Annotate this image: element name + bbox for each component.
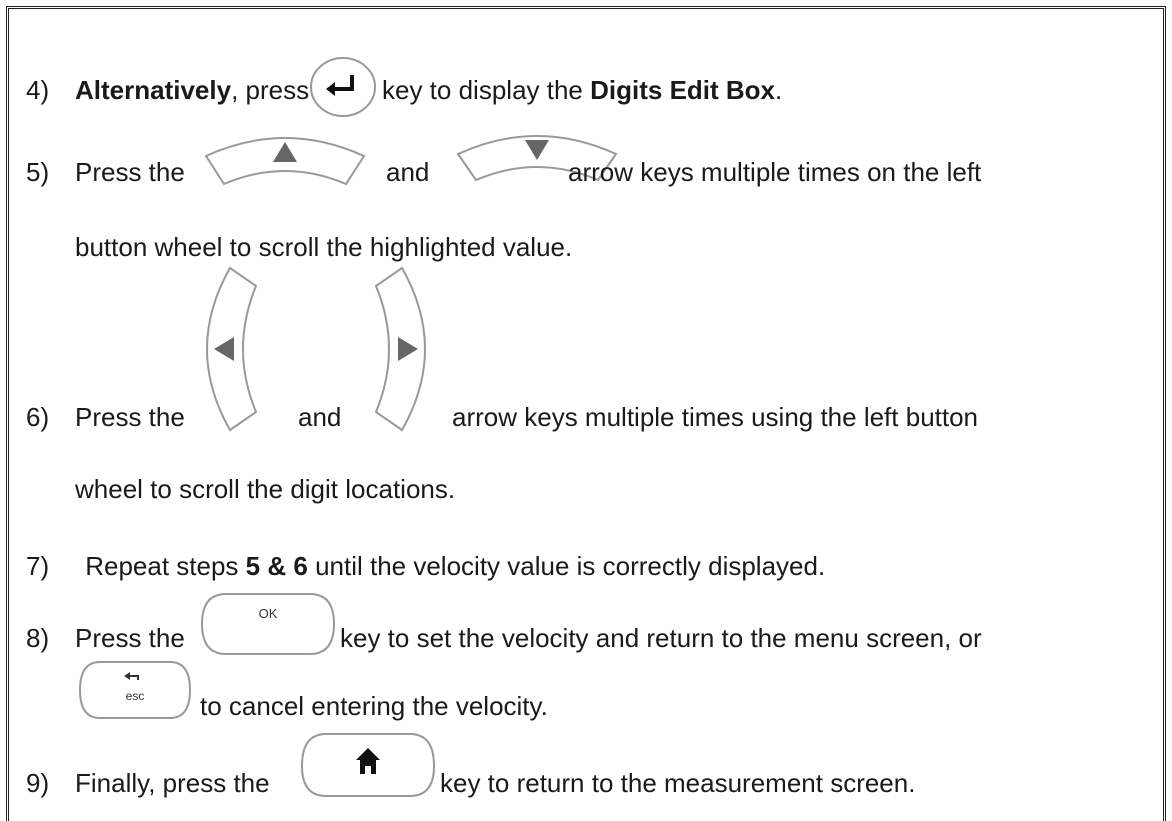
step-7-until: until the velocity value is correctly di… xyxy=(315,551,826,581)
step-7-number: 7) xyxy=(26,551,50,581)
step-9-number: 9) xyxy=(26,768,50,798)
step-5-line2: button wheel to scroll the highlighted v… xyxy=(75,232,573,262)
ok-key-icon: OK xyxy=(200,593,336,655)
step-4-text-b: key to display the Digits Edit Box. xyxy=(382,75,782,105)
left-arrow-key-icon xyxy=(206,266,258,432)
step-9-text: key to return to the measurement screen. xyxy=(440,768,916,798)
up-arrow-key-icon xyxy=(204,137,366,186)
step-5-arrow-keys-text: arrow keys multiple times on the left xyxy=(568,157,982,187)
step-6-and: and xyxy=(298,402,342,432)
step-8-press-the: Press the xyxy=(75,623,185,653)
step-5-and: and xyxy=(386,157,430,187)
ok-key-label: OK xyxy=(259,606,278,621)
step-6-arrow-keys-text: arrow keys multiple times using the left… xyxy=(452,402,979,432)
step-6-number: 6) xyxy=(26,402,50,432)
step-4-bold-digits-edit-box: Digits Edit Box xyxy=(590,75,776,105)
enter-key-icon xyxy=(310,57,376,117)
step-8-line2: to cancel entering the velocity. xyxy=(200,691,548,721)
step-8-text: key to set the velocity and return to th… xyxy=(340,623,982,653)
step-9-finally: Finally, press the xyxy=(75,768,270,798)
step-4-period: . xyxy=(775,75,783,105)
home-key-icon xyxy=(300,733,436,797)
step-5-press-the: Press the xyxy=(75,157,185,187)
step-4-bold-alternatively: Alternatively xyxy=(75,75,232,105)
step-7-bold-steps: 5 & 6 xyxy=(245,551,308,581)
step-6-line2: wheel to scroll the digit locations. xyxy=(75,474,456,504)
step-5-number: 5) xyxy=(26,157,50,187)
step-7-repeat: Repeat steps xyxy=(78,551,239,581)
esc-key-icon: esc xyxy=(78,661,192,719)
step-7-text: 7) Repeat steps 5 & 6 until the velocity… xyxy=(26,551,825,581)
esc-key-label: esc xyxy=(126,689,145,703)
step-4-number: 4) xyxy=(26,75,50,105)
step-4-key-to-display: key to display the xyxy=(382,75,583,105)
step-8-number: 8) xyxy=(26,623,50,653)
step-6-press-the: Press the xyxy=(75,402,185,432)
right-arrow-key-icon xyxy=(374,266,426,432)
